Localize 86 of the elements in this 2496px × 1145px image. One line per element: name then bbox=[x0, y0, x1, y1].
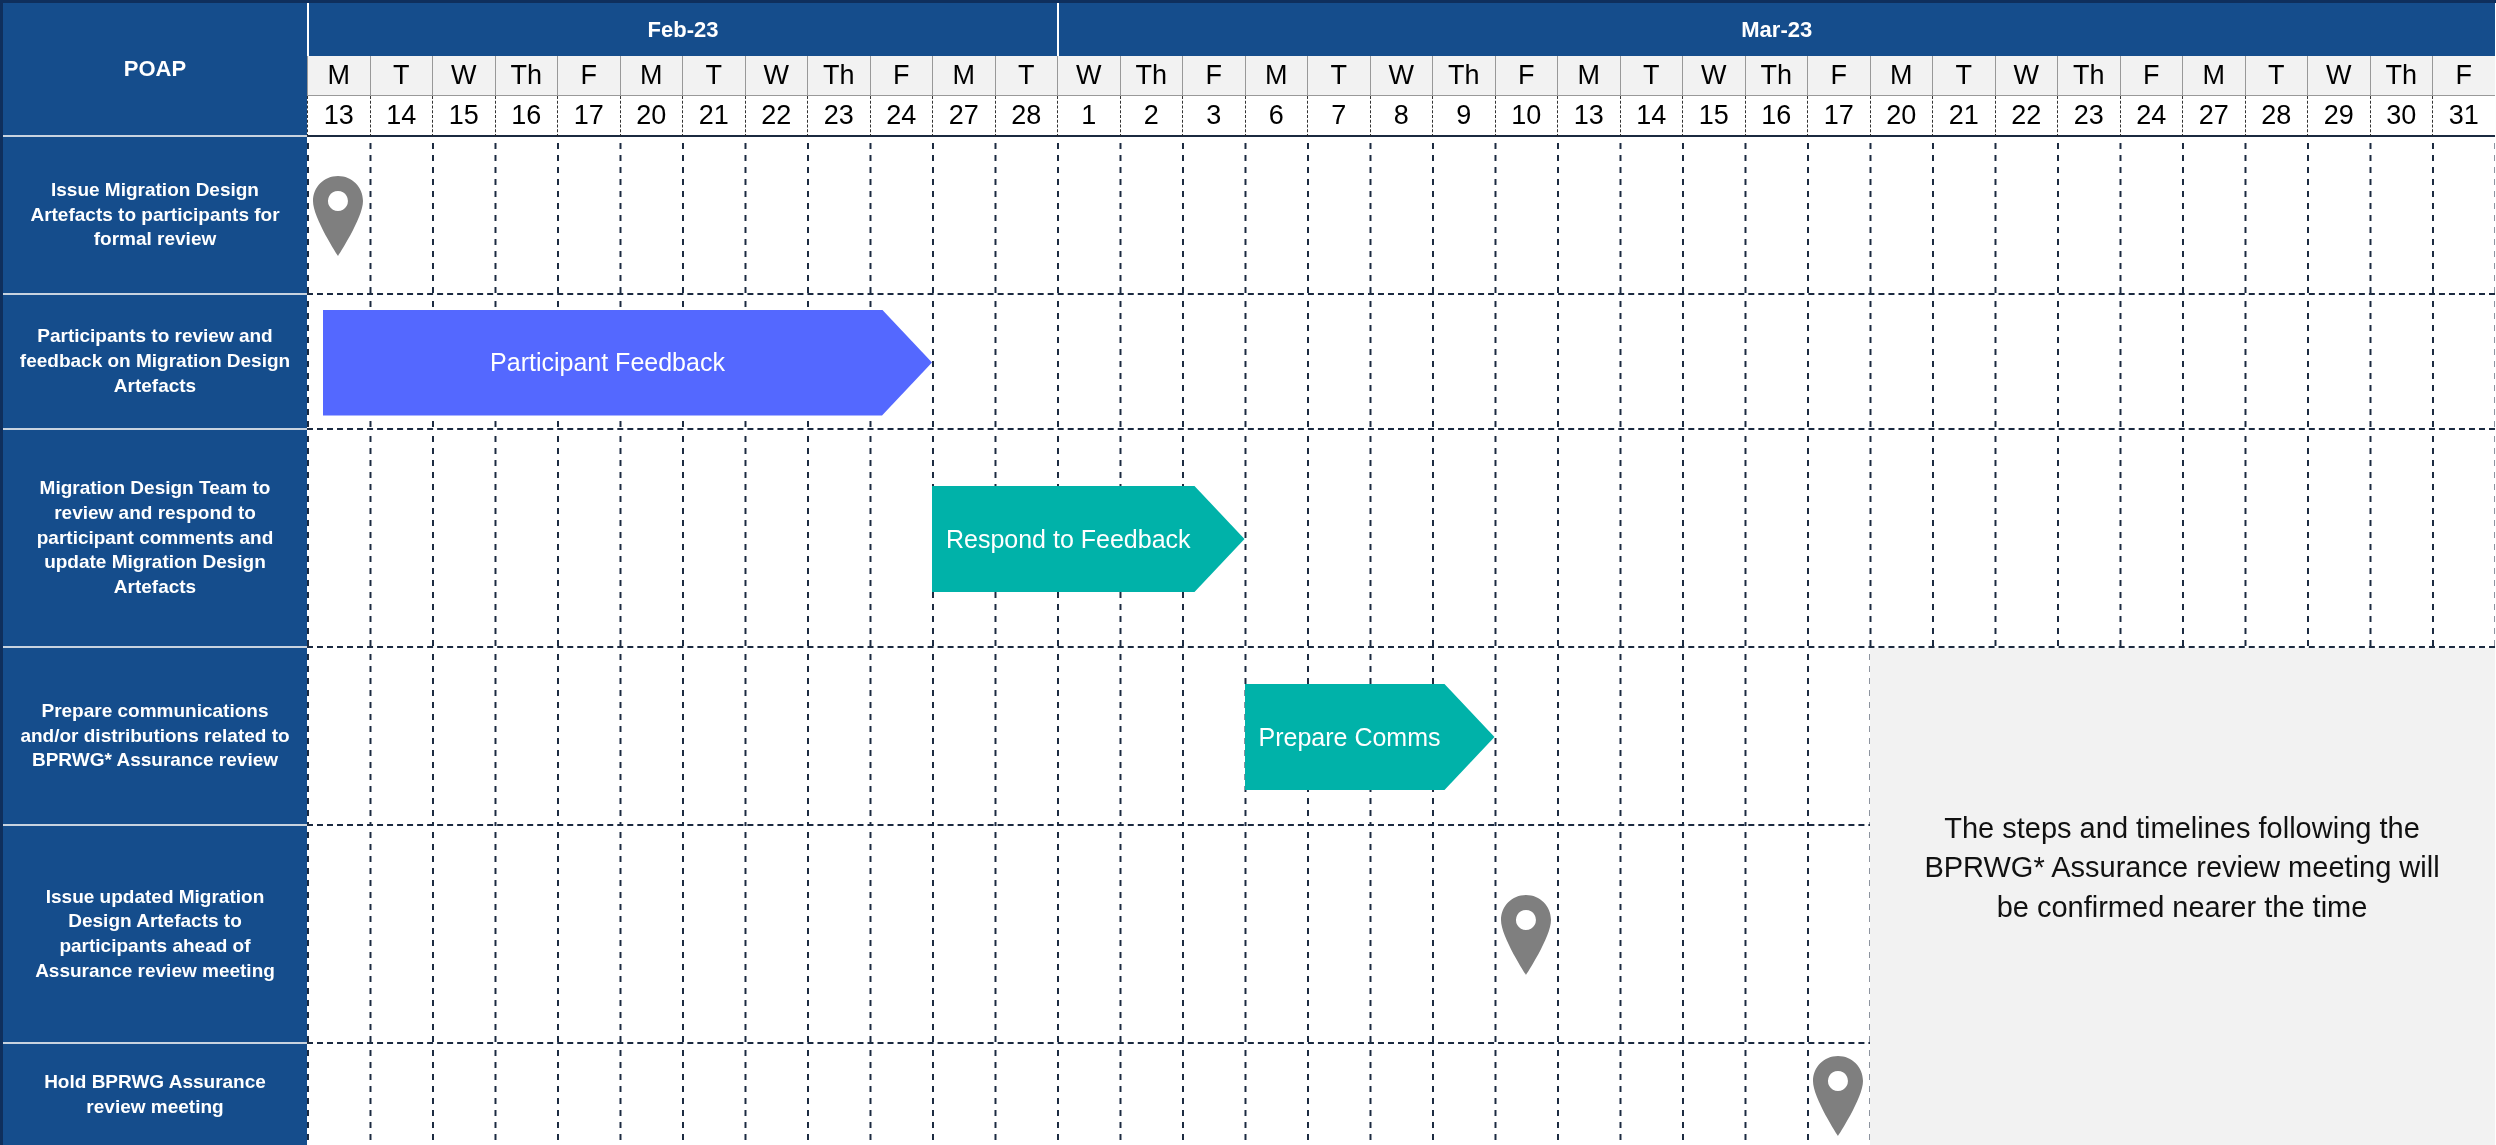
month-header-cell: Feb-23 bbox=[307, 3, 1057, 56]
weekday-cell: W bbox=[744, 56, 807, 96]
weekday-cell: F bbox=[1807, 56, 1870, 96]
weekday-cell: W bbox=[1682, 56, 1745, 96]
weekday-cell: F bbox=[2119, 56, 2182, 96]
task-label: Issue Migration Design Artefacts to participants for formal review bbox=[3, 137, 307, 295]
date-cell: 6 bbox=[1244, 96, 1307, 137]
date-cell: 1 bbox=[1057, 96, 1120, 137]
date-cell: 17 bbox=[1807, 96, 1870, 137]
task-bar: Participant Feedback bbox=[323, 309, 932, 416]
date-cell: 24 bbox=[869, 96, 932, 137]
weekday-cell: F bbox=[1182, 56, 1245, 96]
weekday-cell: Th bbox=[1744, 56, 1807, 96]
date-cell: 28 bbox=[994, 96, 1057, 137]
weekday-cell: M bbox=[307, 56, 370, 96]
date-cell: 23 bbox=[2057, 96, 2120, 137]
date-cell: 29 bbox=[2307, 96, 2370, 137]
weekday-cell: M bbox=[1244, 56, 1307, 96]
weekday-cell: T bbox=[682, 56, 745, 96]
map-pin-icon bbox=[1500, 895, 1551, 975]
date-cell: 20 bbox=[1869, 96, 1932, 137]
date-cell: 2 bbox=[1119, 96, 1182, 137]
date-cell: 21 bbox=[1932, 96, 1995, 137]
weekday-cell: T bbox=[994, 56, 1057, 96]
date-cell: 14 bbox=[1619, 96, 1682, 137]
weekday-cell: M bbox=[932, 56, 995, 96]
date-cell: 16 bbox=[494, 96, 557, 137]
weekday-cell: F bbox=[557, 56, 620, 96]
weekday-cell: F bbox=[869, 56, 932, 96]
date-cell: 27 bbox=[932, 96, 995, 137]
weekday-cell: W bbox=[432, 56, 495, 96]
weekday-cell: W bbox=[1057, 56, 1120, 96]
weekday-cell: Th bbox=[807, 56, 870, 96]
date-cell: 7 bbox=[1307, 96, 1370, 137]
date-cell: 24 bbox=[2119, 96, 2182, 137]
date-cell: 10 bbox=[1494, 96, 1557, 137]
date-cell: 22 bbox=[1994, 96, 2057, 137]
task-bar: Prepare Comms bbox=[1244, 684, 1495, 790]
weekday-cell: T bbox=[2244, 56, 2307, 96]
weekday-cell: F bbox=[2432, 56, 2495, 96]
weekday-cell: Th bbox=[2369, 56, 2432, 96]
task-label: Prepare communications and/or distributions related to BPRWG* Assurance review bbox=[3, 648, 307, 826]
task-bar: Respond to Feedback bbox=[932, 486, 1245, 592]
weekday-cell: Th bbox=[494, 56, 557, 96]
task-label: Issue updated Migration Design Artefacts to participants ahead of Assurance review meeting bbox=[3, 826, 307, 1044]
date-cell: 8 bbox=[1369, 96, 1432, 137]
weekday-cell: T bbox=[1307, 56, 1370, 96]
date-cell: 23 bbox=[807, 96, 870, 137]
corner-header-cell: POAP bbox=[3, 3, 307, 137]
weekday-cell: T bbox=[369, 56, 432, 96]
month-header-cell: Mar-23 bbox=[1057, 3, 2495, 56]
weekday-cell: Th bbox=[1119, 56, 1182, 96]
date-cell: 14 bbox=[369, 96, 432, 137]
date-cell: 22 bbox=[744, 96, 807, 137]
weekday-cell: T bbox=[1932, 56, 1995, 96]
weekday-cell: M bbox=[1557, 56, 1620, 96]
date-cell: 9 bbox=[1432, 96, 1495, 137]
date-cell: 13 bbox=[1557, 96, 1620, 137]
date-cell: 27 bbox=[2182, 96, 2245, 137]
weekday-cell: M bbox=[619, 56, 682, 96]
date-cell: 15 bbox=[1682, 96, 1745, 137]
date-cell: 17 bbox=[557, 96, 620, 137]
weekday-cell: F bbox=[1494, 56, 1557, 96]
date-cell: 31 bbox=[2432, 96, 2495, 137]
weekday-cell: W bbox=[1369, 56, 1432, 96]
weekday-cell: Th bbox=[1432, 56, 1495, 96]
date-cell: 20 bbox=[619, 96, 682, 137]
weekday-cell: W bbox=[1994, 56, 2057, 96]
map-pin-icon bbox=[313, 176, 364, 256]
task-label: Migration Design Team to review and respond to participant comments and update Migration Design Artefacts bbox=[3, 430, 307, 648]
note-panel: The steps and timelines following the BPRWG* Assurance review meeting will be confirmed nearer the time bbox=[1869, 648, 2495, 1145]
map-pin-icon bbox=[1813, 1056, 1864, 1136]
date-cell: 3 bbox=[1182, 96, 1245, 137]
date-cell: 30 bbox=[2369, 96, 2432, 137]
weekday-cell: T bbox=[1619, 56, 1682, 96]
weekday-cell: Th bbox=[2057, 56, 2120, 96]
date-cell: 13 bbox=[307, 96, 370, 137]
date-cell: 28 bbox=[2244, 96, 2307, 137]
task-label: Participants to review and feedback on Migration Design Artefacts bbox=[3, 295, 307, 430]
task-label: Hold BPRWG Assurance review meeting bbox=[3, 1044, 307, 1145]
weekday-cell: W bbox=[2307, 56, 2370, 96]
date-cell: 21 bbox=[682, 96, 745, 137]
date-cell: 16 bbox=[1744, 96, 1807, 137]
weekday-cell: M bbox=[2182, 56, 2245, 96]
date-cell: 15 bbox=[432, 96, 495, 137]
weekday-cell: M bbox=[1869, 56, 1932, 96]
